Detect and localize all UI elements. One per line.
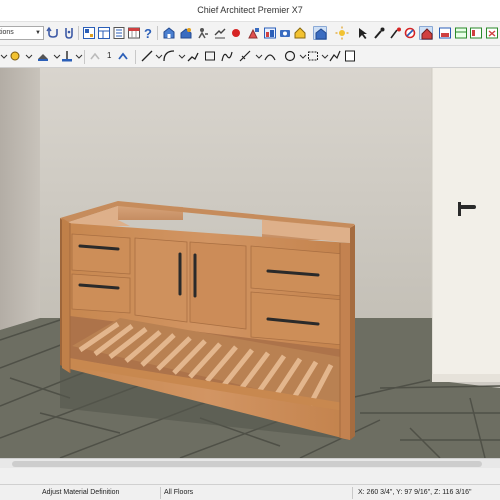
cabinet-leg-left [62,218,70,373]
main-toolbar: tions ▼ ? [0,22,500,46]
dimension-icon[interactable] [238,49,252,63]
home-icon[interactable] [293,26,307,40]
center-right-door [189,241,247,330]
chevron-down-icon[interactable] [72,49,83,63]
chevron-down-icon[interactable] [252,49,263,63]
status-bar: Adjust Material Definition All Floors X:… [0,484,500,500]
chevron-down-icon[interactable] [22,49,33,63]
camera-icon[interactable] [162,26,176,40]
overview-icon[interactable] [179,26,193,40]
layer-set-dropdown[interactable]: tions ▼ [0,26,44,40]
dropper-icon[interactable] [372,26,386,40]
render-icon[interactable] [263,26,277,40]
doors-icon[interactable] [469,26,483,40]
box-icon[interactable] [203,49,217,63]
toolbar-separator [78,26,79,40]
layer-set-value: tions [0,29,14,36]
app-window: Chief Architect Premier X7 tions ▼ ? 1 A… [0,0,500,500]
toolbar-separator [135,50,136,64]
pen-icon[interactable] [36,49,50,63]
text-icon[interactable] [88,49,102,63]
select-icon[interactable] [356,26,370,40]
chevron-down-icon[interactable] [50,49,61,63]
scrollbar-thumb[interactable] [12,461,482,467]
undo-icon[interactable] [46,26,60,40]
left-lower-drawer [71,273,131,314]
camera-view-icon[interactable] [313,26,327,40]
status-floor: All Floors [164,489,194,496]
eye-icon[interactable] [213,26,227,40]
layer-display-icon[interactable] [454,26,468,40]
window-title: Chief Architect Premier X7 [197,5,303,15]
horizontal-scrollbar[interactable] [0,458,500,468]
pan-icon[interactable] [196,26,210,40]
paint-bucket-icon[interactable] [389,26,403,40]
chevron-down-icon[interactable] [296,49,307,63]
svg-text:?: ? [144,26,152,40]
chevron-up-icon[interactable] [116,49,130,63]
chevron-down-icon[interactable] [0,49,8,63]
close-icon[interactable] [485,26,499,40]
3d-camera-view[interactable] [0,68,500,458]
vanity-right-side [350,225,355,440]
schedule-icon[interactable] [127,26,141,40]
status-message: Adjust Material Definition [42,489,120,496]
title-bar: Chief Architect Premier X7 [0,0,500,22]
camera-2-icon[interactable] [278,26,292,40]
toolbar-separator [84,50,85,64]
chevron-down-icon[interactable] [318,49,329,63]
sun-icon[interactable] [335,26,349,40]
left-wall [0,68,40,330]
toolbar-separator [157,26,158,40]
material-list-icon[interactable] [112,26,126,40]
spline-icon[interactable] [263,49,277,63]
cabinet-leg-right [340,243,350,440]
polyline-icon[interactable] [328,49,342,63]
chevron-down-icon[interactable] [175,49,186,63]
note-icon[interactable] [343,49,357,63]
line-weight-value[interactable]: 1 [107,51,111,60]
plan-view-icon[interactable] [82,26,96,40]
right-wall [432,68,500,380]
status-divider [160,487,161,499]
chevron-down-icon: ▼ [35,30,41,36]
status-divider [352,487,353,499]
edit-icon[interactable] [186,49,200,63]
window-icon[interactable] [419,26,433,40]
circle-icon[interactable] [283,49,297,63]
paint-icon[interactable] [247,26,261,40]
color-icon[interactable] [229,26,243,40]
help-icon[interactable] [62,26,76,40]
chevron-down-icon[interactable] [152,49,163,63]
material-icon[interactable] [403,26,417,40]
left-upper-drawer [71,233,131,275]
wall-icon[interactable] [438,26,452,40]
right-lower-drawer [250,291,345,346]
arc-icon[interactable] [162,49,176,63]
curve-icon[interactable] [220,49,234,63]
arrow-icon[interactable] [8,49,22,63]
status-coordinates: X: 260 3/4", Y: 97 9/16", Z: 116 3/16" [358,489,472,496]
tab-strip [0,468,500,484]
edit-toolbar: 1 [0,46,500,68]
help-question-icon[interactable]: ? [141,26,155,40]
layout-icon[interactable] [97,26,111,40]
right-upper-drawer [250,245,345,297]
